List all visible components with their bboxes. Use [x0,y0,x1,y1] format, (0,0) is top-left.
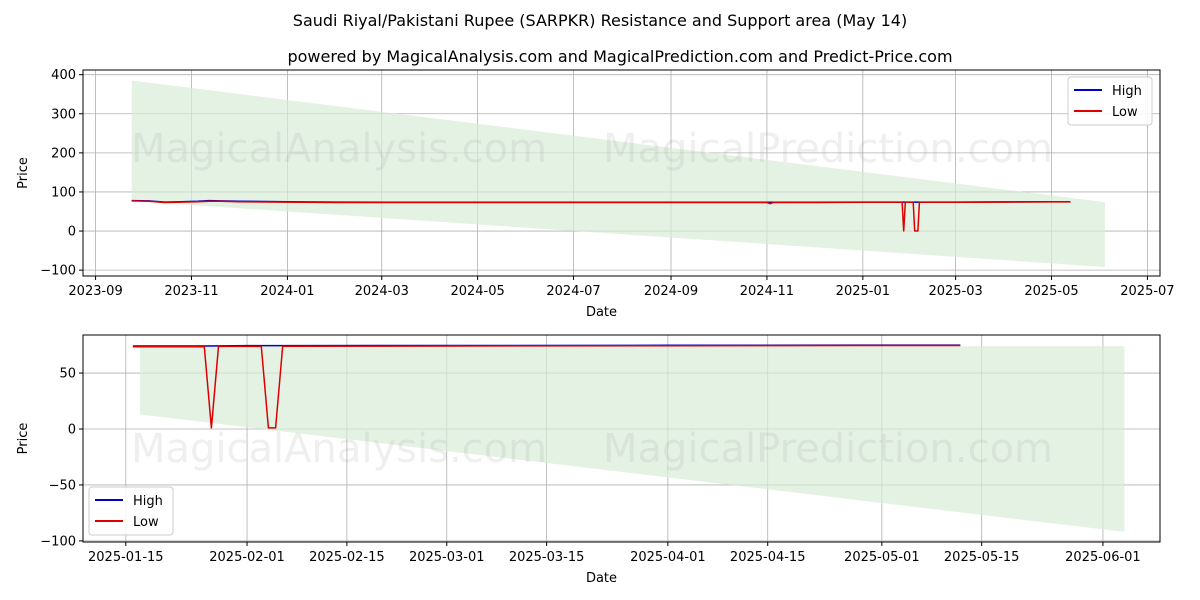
watermark-left: MagicalAnalysis.com [131,126,547,172]
x-tick-label: 2025-02-01 [209,550,285,565]
support-resistance-band [131,80,1105,268]
x-tick-label: 2024-03 [355,284,409,299]
x-tick-label: 2025-02-15 [309,550,385,565]
watermark-right: MagicalPrediction.com [603,426,1053,472]
x-tick-label: 2025-05 [1024,284,1078,299]
y-tick-label: 0 [68,225,76,240]
x-tick-label: 2025-01-15 [88,550,164,565]
x-tick-label: 2023-09 [68,284,122,299]
y-tick-label: 400 [51,68,76,83]
x-tick-label: 2024-01 [260,284,314,299]
legend-label-low: Low [133,515,159,530]
x-axis-label: Date [586,571,617,586]
watermark-left: MagicalAnalysis.com [131,426,547,472]
x-tick-label: 2024-09 [644,284,698,299]
y-tick-label: 50 [59,367,76,382]
chart-subtitle: powered by MagicalAnalysis.com and Magic… [287,47,952,66]
y-tick-label: 200 [51,146,76,161]
legend: High Low [88,486,174,536]
x-tick-label: 2025-03-01 [409,550,485,565]
watermark-right: MagicalPrediction.com [603,126,1053,172]
x-tick-label: 2024-11 [740,284,794,299]
chart-title: Saudi Riyal/Pakistani Rupee (SARPKR) Res… [293,11,907,30]
panel-full-history: MagicalAnalysis.com MagicalPrediction.com… [16,68,1175,320]
legend-label-low: Low [1112,105,1138,120]
x-tick-label: 2024-05 [450,284,504,299]
x-tick-label: 2025-03 [928,284,982,299]
panel-recent: MagicalAnalysis.com MagicalPrediction.com… [16,334,1161,586]
x-tick-label: 2025-06-01 [1065,550,1141,565]
x-tick-label: 2023-11 [164,284,218,299]
x-tick-label: 2025-05-15 [944,550,1020,565]
legend-label-high: High [1112,84,1142,99]
legend-label-high: High [133,494,163,509]
y-tick-label: −50 [49,478,76,493]
y-axis-label: Price [16,157,31,189]
y-axis-label: Price [16,423,31,455]
x-tick-label: 2025-04-15 [730,550,806,565]
x-axis-label: Date [586,305,617,320]
y-tick-label: 0 [68,422,76,437]
y-tick-label: 100 [51,185,76,200]
legend: High Low [1067,76,1153,126]
y-tick-label: −100 [40,534,76,549]
y-tick-label: 300 [51,107,76,122]
x-tick-label: 2025-01 [836,284,890,299]
y-tick-label: −100 [40,264,76,279]
x-tick-label: 2025-05-01 [844,550,920,565]
x-tick-label: 2024-07 [546,284,600,299]
figure: Saudi Riyal/Pakistani Rupee (SARPKR) Res… [16,11,1175,586]
x-tick-label: 2025-03-15 [509,550,585,565]
x-tick-label: 2025-07 [1120,284,1174,299]
x-tick-label: 2025-04-01 [630,550,706,565]
